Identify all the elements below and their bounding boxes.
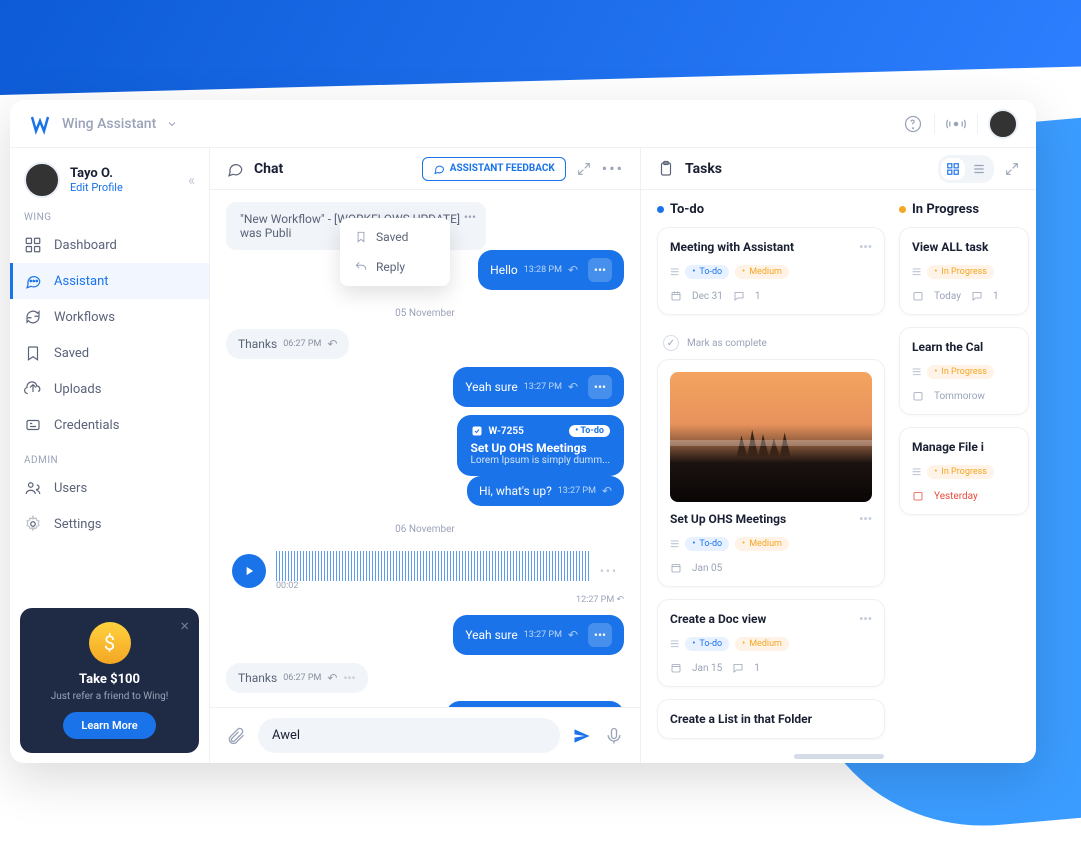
profile-avatar[interactable] (24, 162, 60, 198)
task-card[interactable]: Manage File i ≡• In Progress Yesterday (899, 427, 1029, 515)
chat-icon (226, 160, 244, 178)
expand-icon[interactable] (576, 161, 592, 177)
message-out[interactable]: Hi, what's up?13:27 PM↶ (467, 476, 624, 506)
more-icon[interactable]: ••• (859, 612, 872, 626)
more-icon[interactable]: ••• (588, 258, 612, 282)
comment-icon (732, 662, 744, 674)
column-header-progress: In Progress (899, 202, 1029, 217)
date-separator: 05 November (226, 308, 624, 319)
calendar-icon (670, 662, 682, 674)
context-menu: Saved Reply (340, 218, 450, 286)
broadcast-icon[interactable] (945, 113, 967, 135)
reply-icon (354, 260, 368, 274)
task-card[interactable]: Create a List in that Folder (657, 699, 885, 739)
nav-section-wing: WING (10, 208, 209, 227)
calendar-icon (912, 290, 924, 302)
coin-icon: $ (89, 622, 131, 664)
audio-message[interactable]: 00:02 ••• (226, 545, 624, 597)
brand-text: Wing Assistant (62, 116, 156, 132)
message-out[interactable]: Hello13:28 PM↶••• (478, 250, 624, 290)
learn-more-button[interactable]: Learn More (63, 712, 155, 739)
nav-assistant[interactable]: Assistant (10, 263, 209, 299)
edit-profile-link[interactable]: Edit Profile (70, 181, 123, 194)
nav-section-admin: ADMIN (10, 451, 209, 470)
scrollbar[interactable] (794, 754, 884, 759)
close-icon[interactable]: × (180, 616, 189, 635)
view-toggle (938, 155, 994, 183)
audio-timestamp: 12:27 PM ↶ (226, 595, 624, 605)
more-icon[interactable]: ••• (859, 512, 872, 526)
check-icon (471, 425, 483, 437)
task-card[interactable]: Learn the Cal ≡• In Progress Tommorow (899, 327, 1029, 415)
clipboard-icon (657, 160, 675, 178)
comment-icon (971, 290, 983, 302)
calendar-icon (670, 562, 682, 574)
refresh-icon (24, 308, 42, 326)
grid-view-button[interactable] (941, 158, 965, 180)
credentials-icon (24, 416, 42, 434)
task-card[interactable]: Set Up OHS Meetings••• ≡• To-do• Medium … (657, 359, 885, 587)
message-in[interactable]: Thanks06:27 PM↶ (226, 329, 349, 359)
more-icon[interactable]: ••• (464, 210, 476, 224)
message-out[interactable]: Yeah sure13:27 PM↶••• (453, 367, 624, 407)
nav-saved[interactable]: Saved (10, 335, 209, 371)
chat-icon (24, 272, 42, 290)
referral-title: Take $100 (34, 672, 185, 687)
task-bubble[interactable]: W-7255• To-do Set Up OHS Meetings Lorem … (457, 415, 625, 476)
context-saved[interactable]: Saved (340, 222, 450, 252)
comment-icon (733, 290, 745, 302)
task-card[interactable]: View ALL task ≡• In Progress Today1 (899, 227, 1029, 315)
message-out[interactable]: Yeah sure13:27 PM↶••• (453, 615, 624, 655)
help-icon[interactable] (902, 113, 924, 135)
date-separator: 06 November (226, 524, 624, 535)
chat-input[interactable] (258, 718, 560, 753)
chevron-down-icon[interactable] (166, 118, 178, 130)
mark-complete[interactable]: ✓Mark as complete (657, 327, 885, 359)
calendar-icon (912, 490, 924, 502)
chat-title: Chat (254, 161, 283, 177)
referral-card: × $ Take $100 Just refer a friend to Win… (20, 608, 199, 753)
bookmark-icon (354, 230, 368, 244)
nav-workflows[interactable]: Workflows (10, 299, 209, 335)
mic-button[interactable] (604, 726, 624, 746)
logo-icon (28, 112, 52, 136)
feedback-icon (433, 163, 445, 175)
profile-name: Tayo O. (70, 166, 123, 181)
nav-uploads[interactable]: Uploads (10, 371, 209, 407)
nav-settings[interactable]: Settings (10, 506, 209, 542)
dashboard-icon (24, 236, 42, 254)
nav-credentials[interactable]: Credentials (10, 407, 209, 443)
task-image (670, 372, 872, 502)
more-icon[interactable]: ••• (859, 240, 872, 254)
attachment-icon[interactable] (226, 726, 246, 746)
assistant-feedback-button[interactable]: ASSISTANT FEEDBACK (422, 157, 566, 181)
referral-subtitle: Just refer a friend to Wing! (34, 691, 185, 702)
more-icon[interactable]: ••• (600, 564, 618, 578)
nav-dashboard[interactable]: Dashboard (10, 227, 209, 263)
send-button[interactable] (572, 726, 592, 746)
column-header-todo: To-do (657, 202, 885, 217)
expand-icon[interactable] (1004, 161, 1020, 177)
list-view-button[interactable] (967, 158, 991, 180)
user-avatar[interactable] (988, 109, 1018, 139)
users-icon (24, 479, 42, 497)
more-icon[interactable]: ••• (602, 159, 624, 178)
more-icon[interactable]: ••• (588, 623, 612, 647)
play-button[interactable] (232, 554, 266, 588)
collapse-sidebar-icon[interactable]: « (188, 171, 195, 189)
context-reply[interactable]: Reply (340, 252, 450, 282)
bookmark-icon (24, 344, 42, 362)
gear-icon (24, 515, 42, 533)
task-card[interactable]: Meeting with Assistant••• ≡• To-do• Medi… (657, 227, 885, 315)
task-card[interactable]: Create a Doc view••• ≡• To-do• Medium Ja… (657, 599, 885, 687)
message-in[interactable]: Thanks06:27 PM↶••• (226, 663, 368, 693)
tasks-title: Tasks (685, 161, 722, 177)
calendar-icon (670, 290, 682, 302)
nav-users[interactable]: Users (10, 470, 209, 506)
upload-icon (24, 380, 42, 398)
calendar-icon (912, 390, 924, 402)
more-icon[interactable]: ••• (588, 375, 612, 399)
